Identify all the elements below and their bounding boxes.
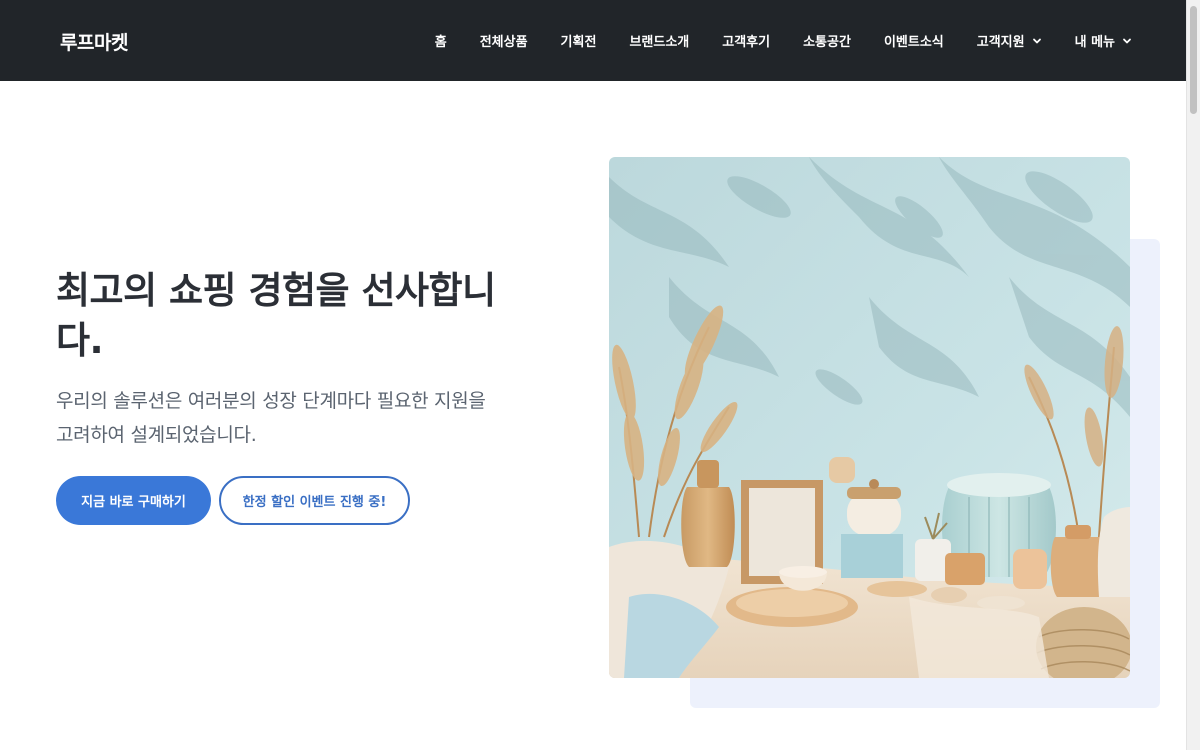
nav-community[interactable]: 소통공간 (803, 31, 851, 50)
buy-now-button[interactable]: 지금 바로 구매하기 (56, 476, 211, 525)
nav-label: 브랜드소개 (629, 35, 690, 50)
nav-my-menu-dropdown[interactable]: 내 메뉴 (1075, 31, 1132, 50)
nav-label: 홈 (434, 35, 447, 50)
nav-label: 소통공간 (803, 35, 851, 50)
nav-reviews[interactable]: 고객후기 (722, 31, 770, 50)
nav-events[interactable]: 이벤트소식 (884, 31, 944, 50)
site-logo[interactable]: 루프마켓 (60, 28, 128, 55)
hero-product-image (609, 157, 1130, 678)
nav-label: 기획전 (560, 35, 597, 50)
nav-brand-intro[interactable]: 브랜드소개 (629, 31, 689, 50)
page-scrollbar[interactable] (1186, 0, 1200, 750)
chevron-down-icon (1123, 38, 1131, 43)
nav-promotions[interactable]: 기획전 (561, 31, 597, 50)
nav-label: 고객지원 (976, 35, 1025, 50)
hero-title: 최고의 쇼핑 경험을 선사합니다. (56, 269, 496, 362)
nav-home[interactable]: 홈 (435, 31, 447, 50)
scrollbar-thumb[interactable] (1190, 6, 1197, 114)
nav-label: 이벤트소식 (883, 35, 944, 50)
chevron-down-icon (1032, 38, 1041, 43)
top-navbar: 루프마켓 홈 전체상품 기획전 브랜드소개 고객후기 소통공간 이벤트소식 고객… (0, 0, 1186, 81)
hero-description: 우리의 솔루션은 여러분의 성장 단계마다 필요한 지원을 고려하여 설계되었습… (56, 390, 486, 446)
nav-support-dropdown[interactable]: 고객지원 (977, 31, 1042, 50)
discount-event-button[interactable]: 한정 할인 이벤트 진행 중! (219, 476, 410, 525)
nav-label: 고객후기 (722, 35, 771, 50)
nav-label: 전체상품 (479, 35, 528, 50)
nav-all-products[interactable]: 전체상품 (480, 31, 528, 50)
main-nav: 홈 전체상품 기획전 브랜드소개 고객후기 소통공간 이벤트소식 고객지원 내 … (402, 0, 1132, 81)
nav-label: 내 메뉴 (1074, 35, 1115, 50)
